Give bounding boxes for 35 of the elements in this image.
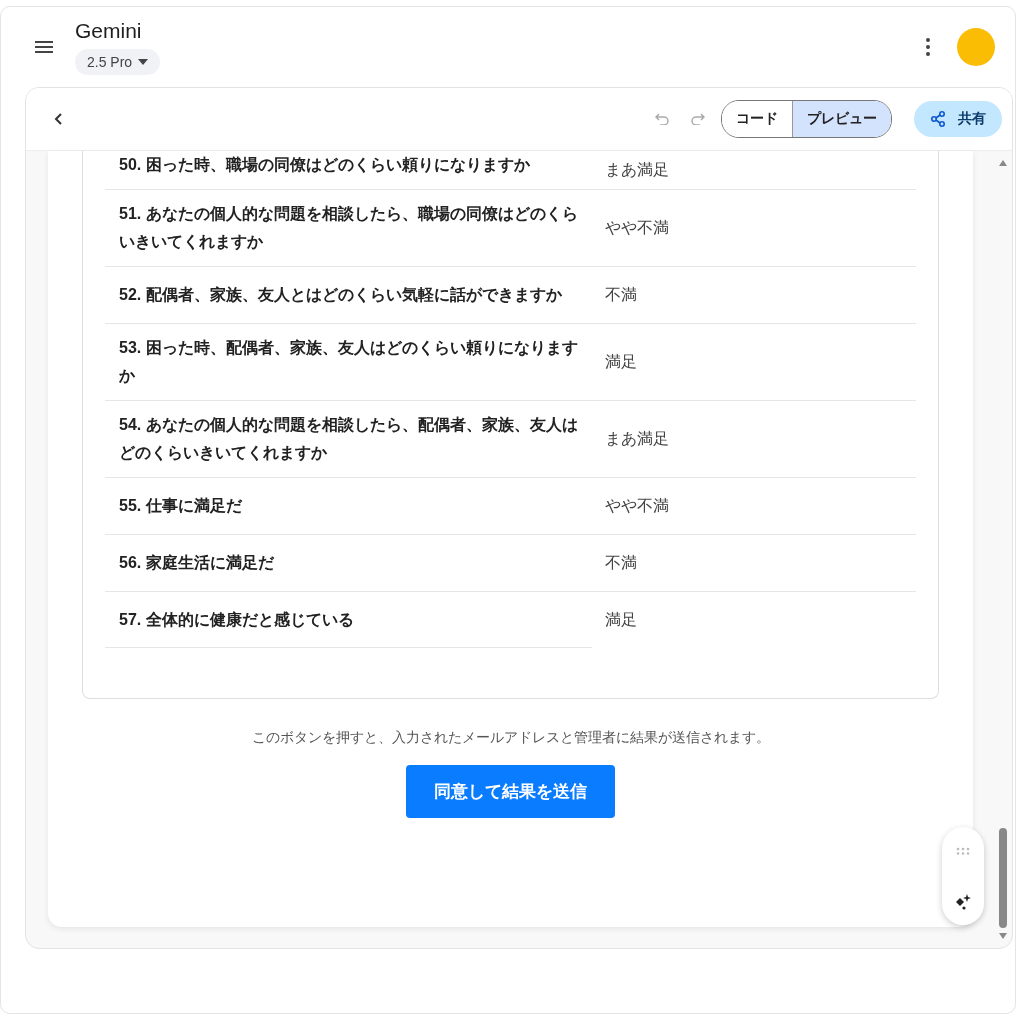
redo-icon[interactable] (691, 113, 705, 125)
more-icon[interactable] (925, 37, 931, 57)
mode-tab[interactable]: プレビュー (792, 101, 891, 137)
model-selector[interactable]: 2.5 Pro (75, 49, 161, 75)
answer-cell-text: 不満 (604, 284, 637, 305)
answer-cell-text: まあ満足 (604, 428, 669, 449)
question-cell-text: 50. 困った時、職場の同僚はどのくらい頼りになりますか (118, 155, 531, 176)
scroll-down-icon[interactable] (998, 932, 1008, 940)
sparkle-icon[interactable] (954, 893, 972, 911)
question-cell-text: 52. 配偶者、家族、友人とはどのくらい気軽に話ができますか (118, 285, 563, 305)
answer-cell-text: やや不満 (604, 495, 669, 516)
question-cell-text: 55. 仕事に満足だ (118, 496, 243, 516)
back-icon[interactable] (54, 113, 62, 125)
scroll-up-icon[interactable] (998, 159, 1008, 167)
answer-cell-text: まあ満足 (604, 159, 669, 180)
menu-icon[interactable] (35, 41, 53, 53)
question-cell: 57. 全体的に健康だと感じている (105, 592, 592, 648)
question-cell-text: 53. 困った時、配偶者、家族、友人はどのくらい頼りになりますか (118, 338, 579, 386)
share-button[interactable]: 共有 (914, 101, 1002, 137)
answer-cell-text: 不満 (604, 552, 637, 573)
answer-cell-text: 満足 (604, 351, 637, 372)
scrollbar-thumb[interactable] (999, 828, 1007, 928)
undo-icon[interactable] (655, 113, 669, 125)
answer-cell-text: 満足 (604, 609, 637, 630)
caret-icon (138, 59, 149, 65)
question-cell-text: 51. あなたの個人的な問題を相談したら、職場の同僚はどのくらいきいてくれますか (118, 204, 579, 252)
question-cell-text: 56. 家庭生活に満足だ (118, 553, 275, 573)
submit-button[interactable]: 同意して結果を送信 (406, 765, 615, 818)
notice-text: このボタンを押すと、入力されたメールアドレスと管理者に結果が送信されます。 (251, 729, 770, 747)
question-cell-text: 54. あなたの個人的な問題を相談したら、配偶者、家族、友人はどのくらいきいてくれますか (118, 415, 579, 463)
avatar[interactable] (957, 28, 995, 66)
answer-cell-text: やや不満 (604, 217, 669, 238)
app-title: Gemini (75, 19, 142, 43)
grid-dots-icon[interactable] (956, 847, 970, 855)
share-icon (930, 111, 946, 127)
